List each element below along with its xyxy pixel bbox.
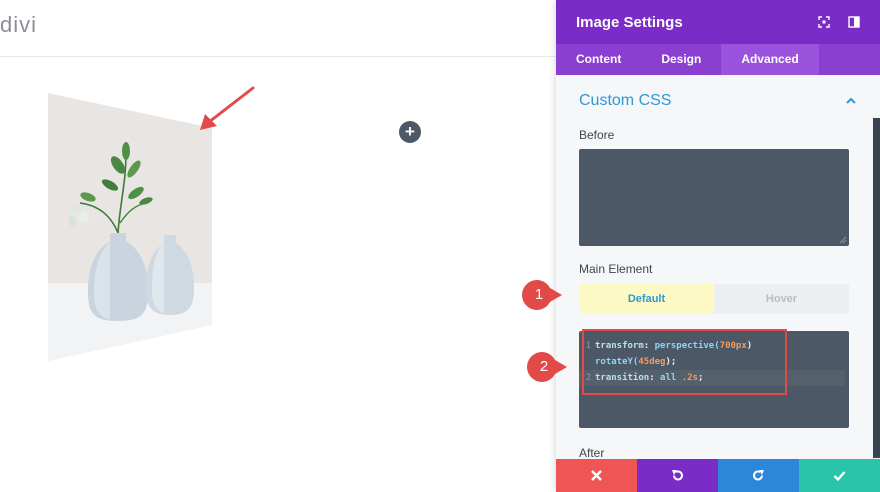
- save-button[interactable]: [799, 459, 880, 492]
- chevron-up-icon[interactable]: [845, 95, 857, 107]
- main-element-label: Main Element: [579, 262, 653, 276]
- callout-badge-1: 1: [522, 280, 562, 310]
- callout-number: 1: [534, 286, 544, 303]
- add-module-button[interactable]: +: [399, 121, 421, 143]
- hover-state-button[interactable]: Hover: [714, 284, 849, 314]
- sidebar-toggle-icon[interactable]: [846, 14, 862, 30]
- redo-icon: [753, 470, 764, 481]
- skewed-vase-image[interactable]: [48, 93, 212, 361]
- undo-icon: [672, 470, 683, 481]
- default-state-button[interactable]: Default: [579, 284, 714, 314]
- vase-photo: [48, 93, 212, 361]
- before-css-textarea[interactable]: [579, 149, 849, 246]
- panel-scrollbar[interactable]: [873, 118, 880, 458]
- page: divi + Image Settings Content Design Adv…: [0, 0, 880, 492]
- custom-css-section-header[interactable]: Custom CSS: [579, 90, 857, 112]
- red-highlight-box: [582, 329, 787, 395]
- undo-button[interactable]: [637, 459, 718, 492]
- panel-tabs: Content Design Advanced: [556, 44, 880, 75]
- panel-body: Custom CSS Before Main Element Default H…: [556, 75, 880, 460]
- panel-title: Image Settings: [576, 13, 683, 31]
- callout-number: 2: [539, 358, 549, 375]
- before-label: Before: [579, 128, 615, 142]
- callout-badge-2: 2: [527, 352, 567, 382]
- image-settings-panel: Image Settings Content Design Advanced C…: [556, 0, 880, 492]
- redo-button[interactable]: [718, 459, 799, 492]
- panel-header: Image Settings: [556, 0, 880, 44]
- cancel-button[interactable]: [556, 459, 637, 492]
- after-label: After: [579, 446, 605, 460]
- tab-content[interactable]: Content: [556, 44, 641, 75]
- header-divider: [0, 56, 556, 57]
- main-element-css-editor[interactable]: 1 transform: perspective(700px) rotateY(4…: [579, 329, 849, 428]
- red-arrow-annotation: [200, 86, 255, 130]
- check-icon: [833, 471, 846, 482]
- fullscreen-icon[interactable]: [816, 14, 832, 30]
- divi-logo: divi: [0, 12, 38, 37]
- state-toggle: Default Hover: [579, 284, 849, 314]
- section-title: Custom CSS: [579, 92, 672, 109]
- tab-design[interactable]: Design: [641, 44, 721, 75]
- resize-handle-icon[interactable]: [839, 236, 847, 244]
- tab-advanced[interactable]: Advanced: [721, 44, 819, 75]
- close-icon: [591, 470, 602, 481]
- panel-footer: [556, 459, 880, 492]
